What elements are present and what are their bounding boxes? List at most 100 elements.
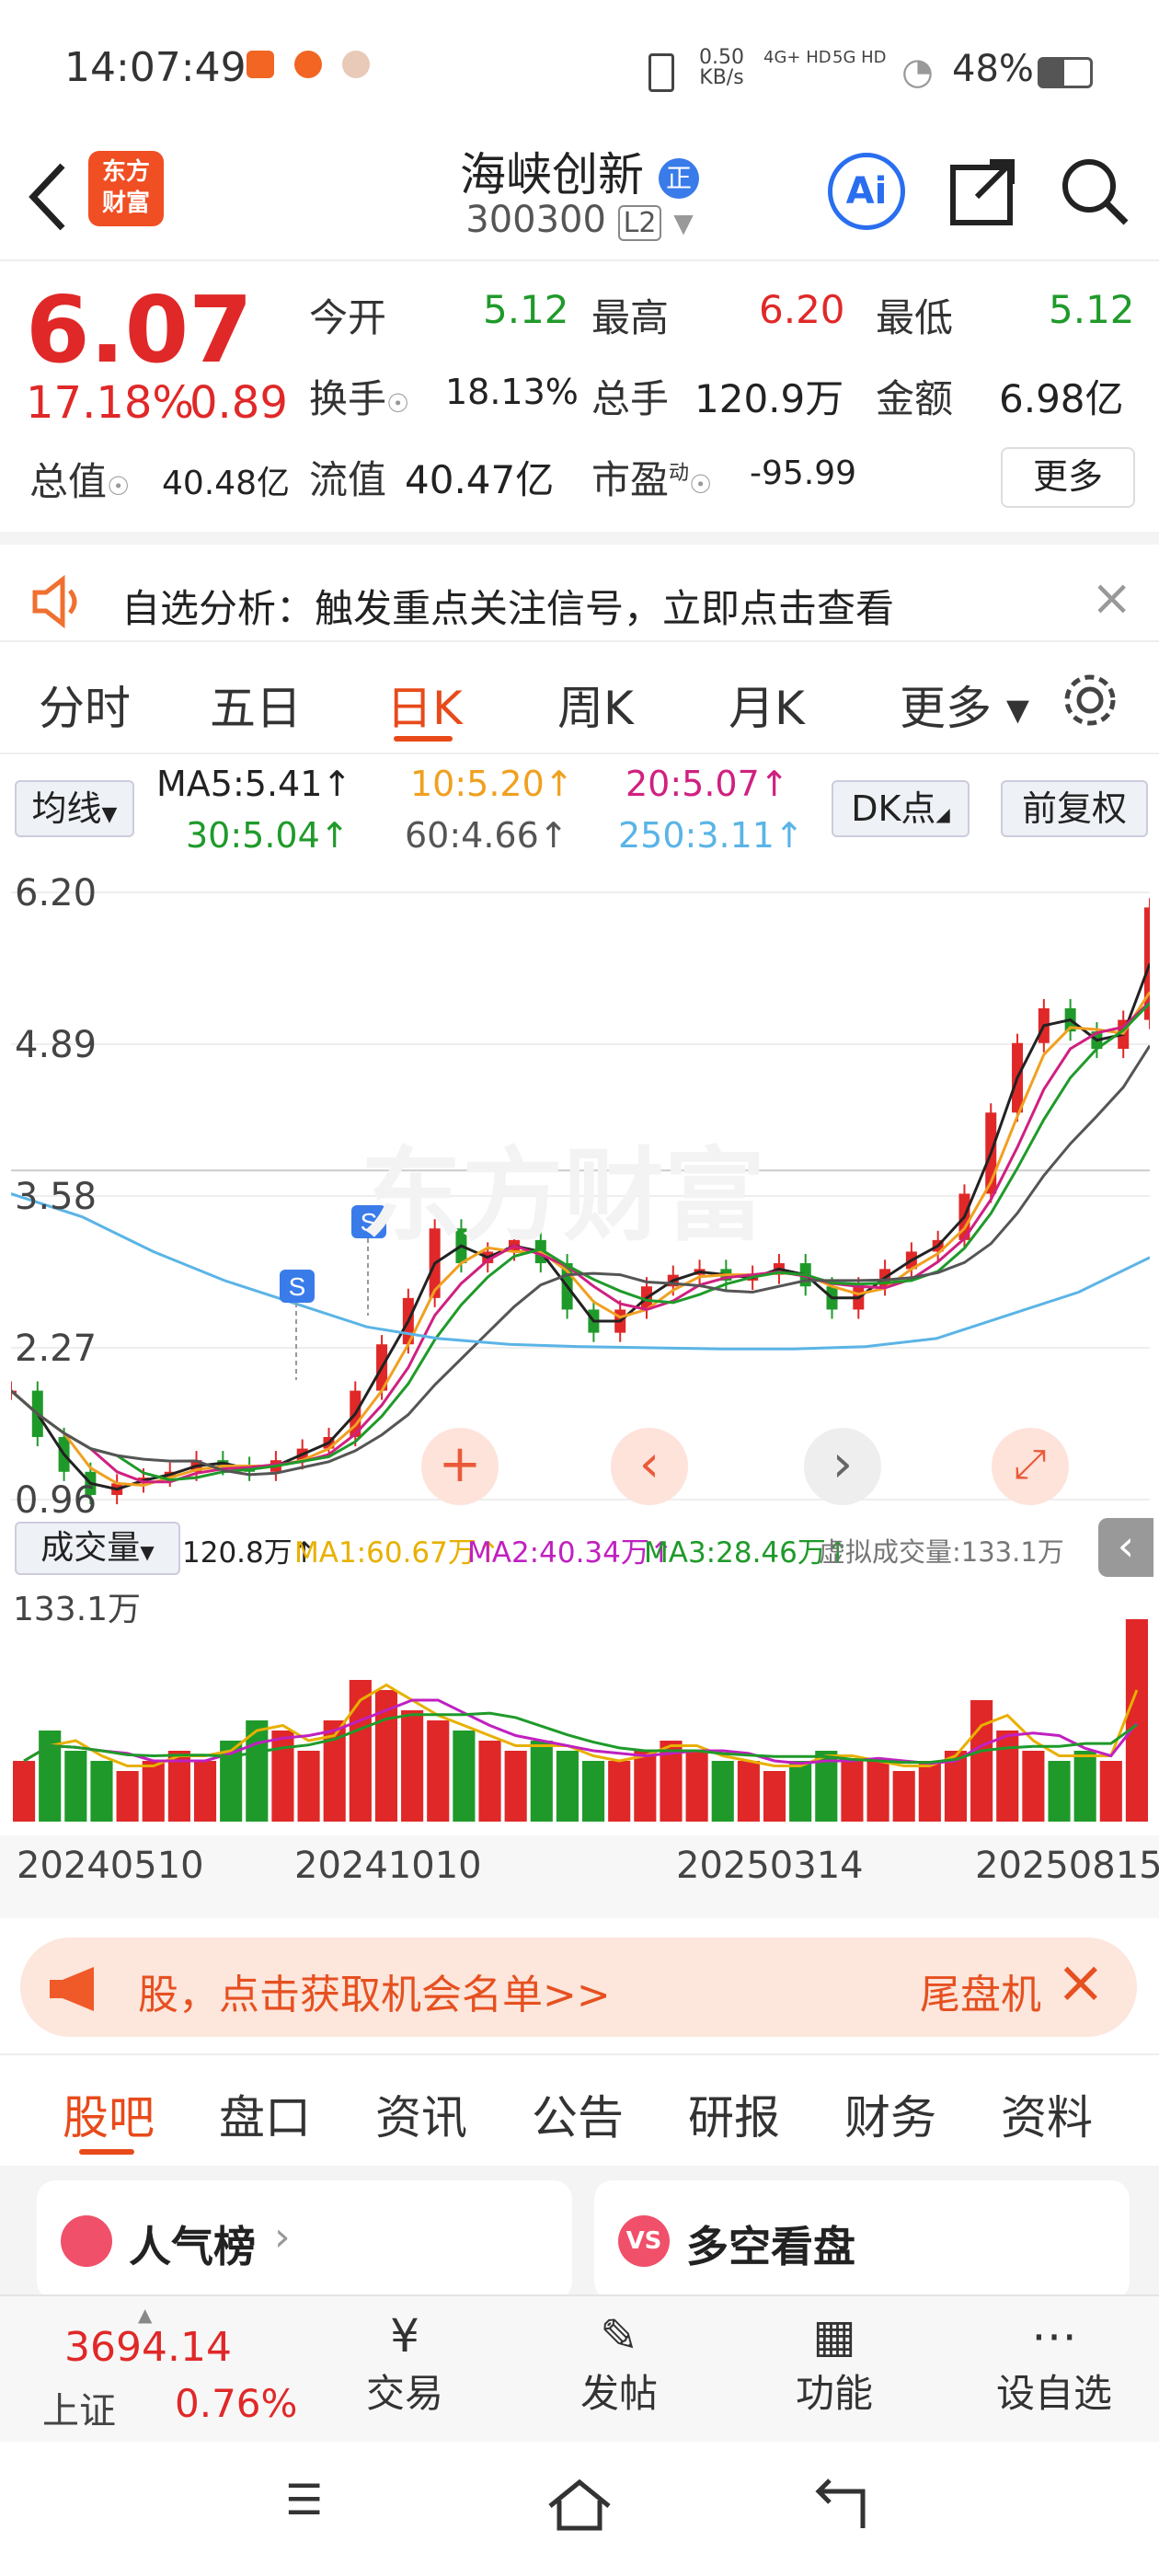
status-time: 14:07:49	[64, 44, 247, 91]
volume-label: 总手	[591, 376, 670, 421]
tab-3[interactable]: 周K	[557, 672, 634, 738]
tab-1[interactable]: 五日	[210, 672, 302, 738]
price-chart[interactable]: SS 东方财富 6.20 4.89 3.58 2.27 0.96 + ‹ › ⤢	[6, 865, 1155, 1522]
turnover-label: 换手☉	[309, 376, 410, 421]
chevron-right-icon: ›	[274, 2214, 291, 2260]
index-ticker[interactable]: ▲ 3694.14 上证 0.76%	[0, 2296, 297, 2444]
settings-gear-icon[interactable]	[1058, 668, 1122, 732]
ma5-value: MA5:5.41↑	[156, 764, 352, 804]
volume-bar	[970, 1700, 993, 1822]
share-icon[interactable]	[947, 155, 1021, 228]
bottom-dock: ▲ 3694.14 上证 0.76% ¥ 交易 ✎ 发帖 ▦ 功能 ⋯ 设自选	[0, 2294, 1159, 2444]
ma30-value: 30:5.04↑	[186, 815, 350, 856]
net-speed: 0.50 KB/s	[699, 46, 744, 89]
volume-bar	[737, 1761, 760, 1822]
popularity-label: 人气榜	[129, 2222, 256, 2271]
menu-icon[interactable]: ☰	[285, 2475, 323, 2524]
y-tick-label: 4.89	[15, 1024, 98, 1066]
post-button[interactable]: ✎ 发帖	[559, 2309, 679, 2419]
x-tick-label: 20250815	[975, 1845, 1159, 1887]
banner-close-icon[interactable]: ×	[1056, 1949, 1106, 2017]
vibrate-icon	[648, 53, 674, 92]
quote-panel: 6.07 17.18% 0.89 总值☉ 40.48亿 今开 5.12 最高 6…	[0, 267, 1159, 529]
stock-code: 300300	[465, 199, 606, 241]
current-price: 6.07	[26, 276, 253, 384]
fullscreen-button[interactable]: ⤢	[992, 1428, 1069, 1505]
info-tab-0[interactable]: 股吧	[63, 2081, 155, 2147]
banner-text: 股，点击获取机会名单>>	[138, 1972, 611, 2018]
zoom-in-button[interactable]: +	[421, 1428, 499, 1505]
info-tab-5[interactable]: 财务	[844, 2081, 936, 2147]
add-watchlist-button[interactable]: ⋯ 设自选	[981, 2309, 1128, 2419]
scroll-left-button[interactable]: ‹	[611, 1428, 688, 1505]
volume-bar	[634, 1751, 657, 1822]
trade-button[interactable]: ¥ 交易	[345, 2309, 465, 2419]
info-tab-1[interactable]: 盘口	[219, 2081, 311, 2147]
collapse-panel-button[interactable]: ‹	[1098, 1518, 1153, 1577]
turnover-value: 18.13%	[445, 372, 579, 412]
volume-bar	[1048, 1761, 1071, 1822]
adjust-button[interactable]: 前复权	[1001, 780, 1148, 837]
home-icon[interactable]	[545, 2475, 614, 2534]
volume-bar	[582, 1761, 605, 1822]
x-tick-label: 20250314	[676, 1845, 864, 1887]
popularity-card[interactable]: 人气榜 ›	[37, 2180, 572, 2300]
volume-selector[interactable]: 成交量▼	[15, 1522, 180, 1575]
close-icon[interactable]: ×	[1091, 569, 1132, 627]
market-cap-label: 总值☉	[29, 459, 131, 504]
info-tab-2[interactable]: 资讯	[375, 2081, 467, 2147]
wifi-icon: ◔	[901, 51, 934, 93]
high-label: 最高	[591, 295, 670, 340]
open-value: 5.12	[483, 287, 569, 332]
signal-4g-icon: 4G+ HD	[763, 48, 832, 67]
tab-4[interactable]: 月K	[729, 672, 805, 738]
pe-label: 市盈动☉	[591, 457, 713, 502]
scroll-right-button[interactable]: ›	[804, 1428, 881, 1505]
info-tab-6[interactable]: 资料	[1001, 2081, 1093, 2147]
active-info-tab-underline	[79, 2149, 134, 2155]
tab-2[interactable]: 日K	[386, 672, 463, 738]
amount-label: 金额	[876, 376, 954, 421]
volume-bar	[608, 1761, 631, 1822]
volume-bar	[892, 1771, 915, 1822]
volume-bar	[1099, 1761, 1122, 1822]
dk-point-button[interactable]: DK点◢	[832, 780, 970, 837]
sell-signal-label: S	[289, 1272, 306, 1301]
functions-button[interactable]: ▦ 功能	[775, 2309, 894, 2419]
volume-bar	[297, 1751, 320, 1822]
virtual-volume: 虚拟成交量:133.1万	[819, 1536, 1064, 1568]
bull-bear-card[interactable]: VS 多空看盘	[594, 2180, 1130, 2300]
more-button[interactable]: 更多	[1001, 447, 1135, 508]
tab-0[interactable]: 分时	[39, 672, 131, 738]
low-label: 最低	[876, 295, 954, 340]
app-notification-icon	[247, 51, 274, 78]
index-name: 上证	[42, 2390, 116, 2432]
volume-bar	[90, 1761, 113, 1822]
info-tab-3[interactable]: 公告	[532, 2081, 624, 2147]
ai-assistant-button[interactable]: Ai	[828, 153, 905, 230]
y-tick-label: 3.58	[15, 1176, 98, 1218]
megaphone-icon	[50, 1967, 94, 2011]
verified-badge-icon: 正	[658, 157, 699, 199]
notice-bar[interactable]: 自选分析：触发重点关注信号，立即点击查看 ×	[0, 552, 1159, 637]
volume-bar	[996, 1731, 1019, 1822]
y-tick-label: 2.27	[15, 1328, 98, 1370]
volume-bar	[13, 1761, 36, 1822]
volume-max-label: 133.1万	[13, 1591, 142, 1628]
avatar-notification-icon	[342, 51, 370, 78]
search-icon[interactable]	[1058, 155, 1131, 228]
watermark: 东方财富	[361, 1137, 765, 1255]
info-tab-4[interactable]: 研报	[688, 2081, 780, 2147]
ma-selector[interactable]: 均线▼	[15, 780, 134, 837]
ma-legend: 均线▼ MA5:5.41↑ 10:5.20↑ 20:5.07↑ 30:5.04↑…	[0, 762, 1159, 863]
promo-banner[interactable]: 股，点击获取机会名单>> 尾盘机 ×	[20, 1938, 1137, 2037]
x-tick-label: 20241010	[294, 1845, 482, 1887]
y-tick-label: 0.96	[15, 1479, 98, 1522]
high-value: 6.20	[759, 287, 845, 332]
return-icon[interactable]	[809, 2477, 870, 2532]
tab-5[interactable]: 更多 ▾	[900, 672, 1029, 738]
volume-bar	[1073, 1751, 1096, 1822]
volume-chart[interactable]: 133.1万	[11, 1581, 1150, 1831]
feature-cards: 人气榜 › VS 多空看盘	[0, 2166, 1159, 2300]
edit-icon: ✎	[600, 2309, 638, 2363]
